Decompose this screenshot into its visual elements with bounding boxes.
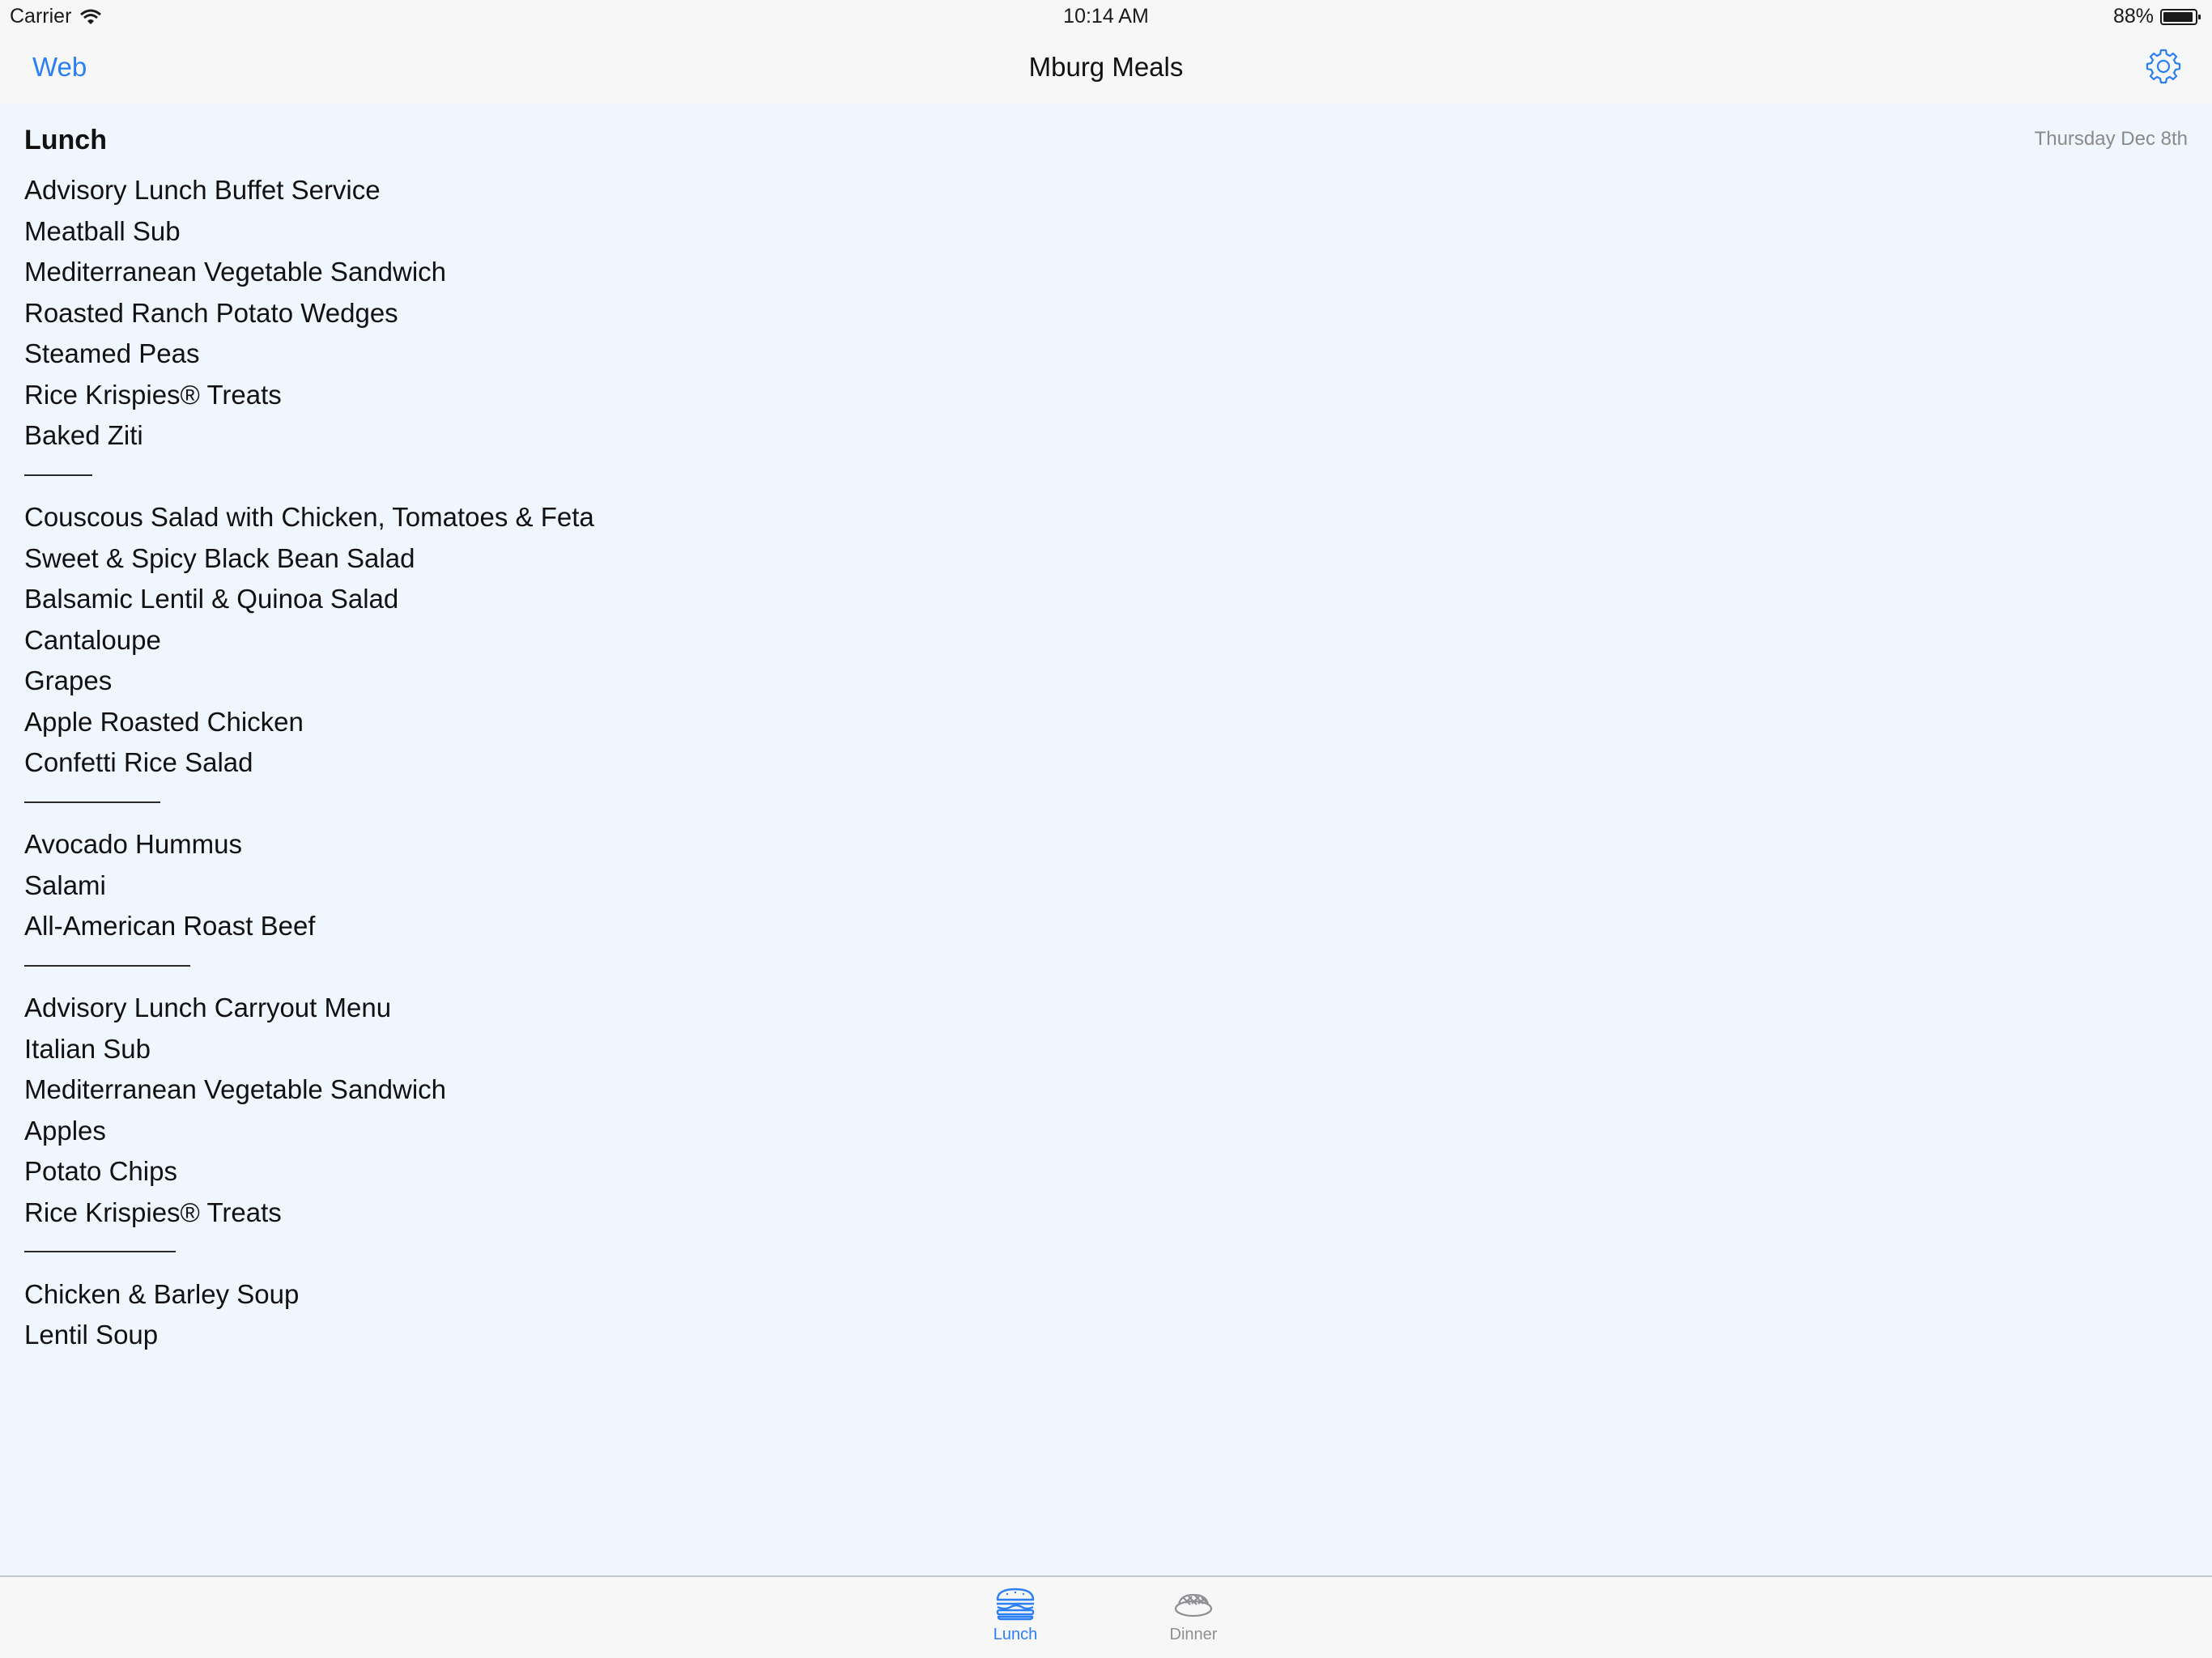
menu-item: Italian Sub [24, 1033, 151, 1064]
menu-list: Advisory Lunch Buffet Service Meatball Su… [24, 170, 594, 1356]
menu-item: All-American Roast Beef [24, 911, 316, 941]
menu-group-divider [24, 1233, 594, 1274]
dinner-plate-icon [1174, 1593, 1213, 1618]
navigation-bar: Web Mburg Meals [0, 32, 2212, 104]
menu-item: Cantaloupe [24, 624, 161, 655]
menu-item: Grapes [24, 665, 113, 695]
menu-item: Potato Chips [24, 1156, 177, 1186]
tab-label-lunch: Lunch [993, 1626, 1038, 1643]
status-time: 10:14 AM [1063, 5, 1149, 28]
menu-group-divider [24, 947, 594, 988]
menu-item: Salami [24, 869, 106, 900]
menu-item: Rice Krispies® Treats [24, 379, 282, 410]
menu-item: Mediterranean Vegetable Sandwich [24, 1074, 447, 1104]
status-right: 88% [2113, 5, 2202, 28]
menu-item: Chicken & Barley Soup [24, 1278, 300, 1309]
section-title: Lunch [24, 125, 107, 155]
menu-item: Couscous Salad with Chicken, Tomatoes & … [24, 502, 594, 532]
menu-item: Roasted Ranch Potato Wedges [24, 297, 398, 328]
page-title: Mburg Meals [1028, 52, 1184, 82]
menu-item: Avocado Hummus [24, 829, 243, 859]
date-label: Thursday Dec 8th [2034, 128, 2188, 150]
tab-label-dinner: Dinner [1169, 1626, 1218, 1643]
menu-item: Steamed Peas [24, 338, 200, 368]
tab-bar: Lunch Dinner [0, 1575, 2212, 1658]
menu-content: Lunch Thursday Dec 8th Advisory Lunch Bu… [0, 104, 2212, 1575]
gear-icon[interactable] [2144, 47, 2183, 86]
menu-group-divider [24, 784, 594, 825]
burger-icon [996, 1588, 1035, 1621]
divider-rule [24, 801, 160, 803]
menu-item: Balsamic Lentil & Quinoa Salad [24, 584, 399, 614]
menu-item: Apples [24, 1115, 106, 1146]
tab-dinner[interactable]: Dinner [1145, 1587, 1242, 1644]
menu-item: Lentil Soup [24, 1320, 159, 1350]
menu-item: Sweet & Spicy Black Bean Salad [24, 542, 415, 573]
menu-item: Advisory Lunch Carryout Menu [24, 993, 392, 1022]
menu-item: Baked Ziti [24, 420, 143, 450]
menu-item: Rice Krispies® Treats [24, 1197, 282, 1227]
battery-percent: 88% [2112, 5, 2154, 28]
divider-rule [24, 1251, 176, 1252]
divider-rule [24, 964, 190, 967]
menu-item: Apple Roasted Chicken [24, 706, 304, 737]
battery-icon [2160, 8, 2201, 25]
menu-group-divider [24, 457, 594, 498]
menu-item: Mediterranean Vegetable Sandwich [24, 257, 447, 287]
menu-item: Meatball Sub [24, 215, 181, 246]
menu-item: Advisory Lunch Buffet Service [24, 175, 381, 205]
divider-rule [24, 474, 92, 476]
tab-lunch[interactable]: Lunch [967, 1587, 1064, 1644]
menu-item: Confetti Rice Salad [24, 747, 253, 777]
status-bar: Carrier 10:14 AM 88% [0, 0, 2212, 32]
